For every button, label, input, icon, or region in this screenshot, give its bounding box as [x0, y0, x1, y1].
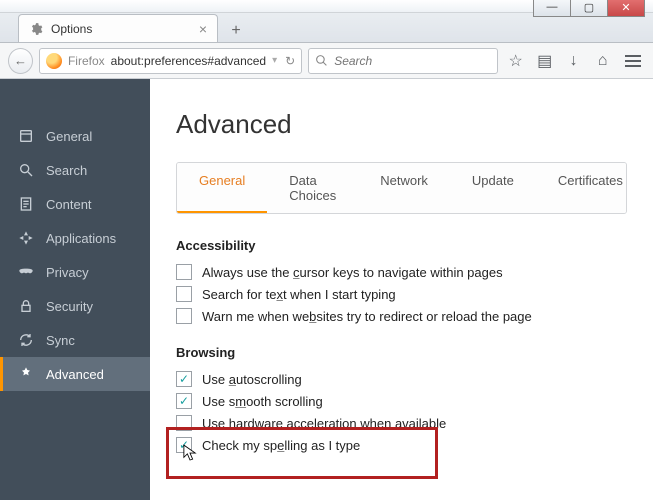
gear-icon: [29, 22, 43, 36]
acc-checkbox-0[interactable]: [176, 264, 192, 280]
checkbox-label[interactable]: Use autoscrolling: [202, 372, 302, 387]
checkbox-label[interactable]: Use smooth scrolling: [202, 394, 323, 409]
firefox-icon: [46, 53, 62, 69]
window-close-button[interactable]: ✕: [607, 0, 645, 17]
checkbox-label[interactable]: Check my spelling as I type: [202, 438, 360, 453]
privacy-icon: [18, 264, 34, 280]
sidebar-item-security[interactable]: Security: [0, 289, 150, 323]
lock-icon: [18, 298, 34, 314]
checkbox-row: Search for text when I start typing: [176, 283, 627, 305]
bookmark-star-button[interactable]: ☆: [504, 49, 527, 73]
preferences-content: Advanced General Data Choices Network Up…: [150, 79, 653, 500]
tab-close-icon[interactable]: ×: [199, 21, 207, 37]
sidebar-item-sync[interactable]: Sync: [0, 323, 150, 357]
content-icon: [18, 196, 34, 212]
brw-checkbox-0[interactable]: [176, 371, 192, 387]
sidebar-item-label: Advanced: [46, 367, 104, 382]
applications-icon: [18, 230, 34, 246]
acc-checkbox-1[interactable]: [176, 286, 192, 302]
advanced-icon: [18, 366, 34, 382]
search-icon: [315, 54, 328, 67]
tab-strip: Options × +: [0, 13, 653, 43]
url-bar[interactable]: Firefox about:preferences#advanced ▾ ↻: [39, 48, 302, 74]
window-minimize-button[interactable]: —: [533, 0, 571, 17]
checkbox-label[interactable]: Warn me when websites try to redirect or…: [202, 309, 532, 324]
hamburger-menu-button[interactable]: [620, 48, 645, 74]
search-icon: [18, 162, 34, 178]
downloads-button[interactable]: ↓: [562, 49, 585, 73]
checkbox-row: Always use the cursor keys to navigate w…: [176, 261, 627, 283]
sidebar-item-search[interactable]: Search: [0, 153, 150, 187]
search-input[interactable]: [334, 54, 491, 68]
general-icon: [18, 128, 34, 144]
search-bar[interactable]: [308, 48, 498, 74]
sidebar-item-label: Search: [46, 163, 87, 178]
tab-update[interactable]: Update: [450, 163, 536, 213]
section-accessibility: Accessibility: [176, 238, 627, 253]
new-tab-button[interactable]: +: [224, 20, 248, 42]
sidebar-item-label: Sync: [46, 333, 75, 348]
tab-title: Options: [51, 22, 92, 36]
tab-certificates[interactable]: Certificates: [536, 163, 627, 213]
checkbox-label[interactable]: Always use the cursor keys to navigate w…: [202, 265, 503, 280]
page-title: Advanced: [176, 109, 627, 140]
sidebar-item-content[interactable]: Content: [0, 187, 150, 221]
section-browsing: Browsing: [176, 345, 627, 360]
advanced-subtabs: General Data Choices Network Update Cert…: [176, 162, 627, 214]
reload-icon[interactable]: ↻: [285, 54, 295, 68]
library-button[interactable]: ▤: [533, 49, 556, 73]
home-button[interactable]: ⌂: [591, 49, 614, 73]
window-titlebar: — ▢ ✕: [0, 0, 653, 13]
checkbox-row: Use hardware acceleration when available: [176, 412, 627, 434]
sidebar-item-label: Content: [46, 197, 92, 212]
sidebar-item-general[interactable]: General: [0, 119, 150, 153]
sidebar-item-advanced[interactable]: Advanced: [0, 357, 150, 391]
checkbox-row: Check my spelling as I type: [176, 434, 627, 456]
checkbox-label[interactable]: Search for text when I start typing: [202, 287, 396, 302]
window-maximize-button[interactable]: ▢: [570, 0, 608, 17]
sidebar-item-label: Security: [46, 299, 93, 314]
sidebar-item-label: Privacy: [46, 265, 89, 280]
checkbox-label[interactable]: Use hardware acceleration when available: [202, 416, 446, 431]
tab-general[interactable]: General: [177, 163, 267, 214]
checkbox-row: Warn me when websites try to redirect or…: [176, 305, 627, 327]
tab-network[interactable]: Network: [358, 163, 450, 213]
tab-data-choices[interactable]: Data Choices: [267, 163, 358, 213]
sidebar-item-privacy[interactable]: Privacy: [0, 255, 150, 289]
brw-checkbox-3[interactable]: [176, 437, 192, 453]
browser-tab-options[interactable]: Options ×: [18, 14, 218, 42]
nav-toolbar: ← Firefox about:preferences#advanced ▾ ↻…: [0, 43, 653, 79]
checkbox-row: Use smooth scrolling: [176, 390, 627, 412]
identity-label: Firefox: [68, 54, 105, 68]
sidebar-item-applications[interactable]: Applications: [0, 221, 150, 255]
brw-checkbox-1[interactable]: [176, 393, 192, 409]
sidebar-item-label: Applications: [46, 231, 116, 246]
checkbox-row: Use autoscrolling: [176, 368, 627, 390]
url-text: about:preferences#advanced: [111, 54, 266, 68]
back-button[interactable]: ←: [8, 48, 33, 74]
url-dropdown-icon[interactable]: ▾: [272, 55, 277, 66]
acc-checkbox-2[interactable]: [176, 308, 192, 324]
sidebar-item-label: General: [46, 129, 92, 144]
preferences-sidebar: General Search Content Applications Priv…: [0, 79, 150, 500]
brw-checkbox-2[interactable]: [176, 415, 192, 431]
sync-icon: [18, 332, 34, 348]
